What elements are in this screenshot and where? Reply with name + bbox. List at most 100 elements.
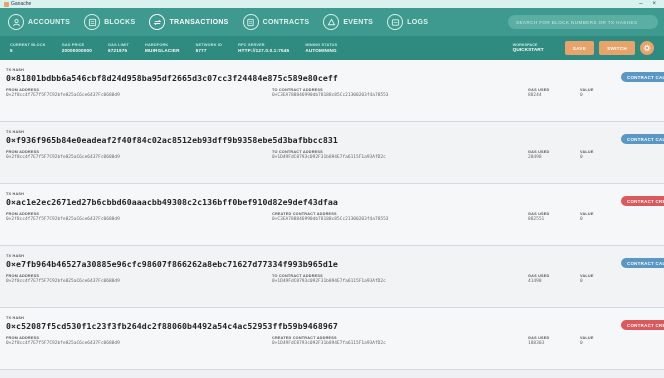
from-col: FROM ADDRESS 0×2f8cc4f7E7f5F7C92bfe825aC6…: [6, 274, 272, 284]
stat-network-id: NETWORK ID 5777: [196, 43, 222, 53]
blocks-icon: [84, 14, 101, 30]
gas-used: 188303: [528, 341, 545, 346]
created-label: CREATED CONTRACT ADDRESS: [272, 336, 337, 340]
tx-hash-label: TX HASH: [6, 192, 25, 196]
value-label: VALUE: [580, 88, 594, 92]
from-col: FROM ADDRESS 0×2f8cc4f7E7f5F7C92bfe825aC6…: [6, 88, 272, 98]
from-label: FROM ADDRESS: [6, 274, 40, 278]
nav-accounts[interactable]: ACCOUNTS: [6, 11, 78, 33]
tx-hash-label: TX HASH: [6, 254, 25, 258]
tx-hash: 0×e7fb964b46527a30885e96cfc98607f866262a…: [6, 259, 338, 269]
nav-logs[interactable]: LOGS: [385, 11, 436, 33]
transaction-row[interactable]: TX HASH 0×c52087f5cd530f1c23f3fb264dc2f8…: [0, 308, 664, 370]
nav-label: TRANSACTIONS: [169, 18, 229, 26]
tx-type-badge: CONTRACT CREATION: [621, 320, 664, 330]
nav-label: EVENTS: [343, 18, 374, 26]
tx-details: FROM ADDRESS 0×2f8cc4f7E7f5F7C92bfe825aC6…: [6, 274, 664, 284]
to-col: TO CONTRACT ADDRESS 0×C3EA788846990db7818…: [272, 88, 528, 98]
value-col: VALUE 0: [580, 336, 620, 346]
stat-gas-price: GAS PRICE 20000000000: [62, 43, 92, 53]
from-address: 0×2f8cc4f7E7f5F7C92bfe825aC6ce6437Fc0688…: [6, 217, 120, 222]
events-icon: [323, 14, 340, 30]
value-label: VALUE: [580, 212, 594, 216]
tx-type-badge: CONTRACT CALL: [621, 72, 664, 82]
stat-value: HTTP://127.0.0.1:7545: [238, 48, 290, 53]
window-title: Ganache: [11, 1, 32, 7]
from-col: FROM ADDRESS 0×2f8cc4f7E7f5F7C92bfe825aC6…: [6, 336, 272, 346]
tx-value: 0: [580, 155, 583, 160]
save-button[interactable]: SAVE: [564, 41, 595, 55]
gas-label: GAS USED: [528, 88, 550, 92]
nav-blocks[interactable]: BLOCKS: [82, 11, 143, 33]
value-col: VALUE 0: [580, 274, 620, 284]
from-label: FROM ADDRESS: [6, 212, 40, 216]
tx-value: 0: [580, 341, 583, 346]
tx-details: FROM ADDRESS 0×2f8cc4f7E7f5F7C92bfe825aC6…: [6, 88, 664, 98]
nav-label: CONTRACTS: [262, 18, 310, 26]
to-label: TO CONTRACT ADDRESS: [272, 274, 323, 278]
stat-mining-status: MINING STATUS AUTOMINING: [305, 43, 337, 53]
stat-label: RPC SERVER: [238, 43, 265, 47]
tx-hash-label: TX HASH: [6, 130, 25, 134]
tx-details: FROM ADDRESS 0×2f8cc4f7E7f5F7C92bfe825aC6…: [6, 336, 664, 346]
close-icon[interactable]: ×: [652, 1, 656, 7]
stat-value: 6721975: [108, 48, 128, 53]
from-address: 0×2f8cc4f7E7f5F7C92bfe825aC6ce6437Fc0688…: [6, 279, 120, 284]
transaction-row[interactable]: TX HASH 0×ac1e2ec2671ed27b6cbbd60aaacbb4…: [0, 184, 664, 246]
account-icon: [8, 14, 24, 30]
gas-col: GAS USED 882551: [528, 212, 580, 222]
stat-label: GAS PRICE: [61, 43, 85, 47]
created-address: 0×C3EA788846990db78188c85Cc21300203f4a78…: [272, 217, 389, 222]
stats-bar: CURRENT BLOCK 5 GAS PRICE 20000000000 GA…: [0, 36, 664, 60]
logs-icon: [387, 14, 404, 30]
to-col: CREATED CONTRACT ADDRESS 0×C3EA788846990d…: [272, 212, 528, 222]
to-address: 0×C3EA788846990db78188c85Cc21300203f4a78…: [272, 93, 389, 98]
tx-type-badge: CONTRACT CREATION: [621, 196, 664, 206]
stat-current-block: CURRENT BLOCK 5: [10, 43, 46, 53]
created-address: 0×1D49FdC8793c092F31b894E7fa6115F1a93AfD…: [272, 341, 386, 346]
to-col: TO CONTRACT ADDRESS 0×1D49FdC8793c092F31b…: [272, 150, 528, 160]
tx-details: FROM ADDRESS 0×2f8cc4f7E7f5F7C92bfe825aC6…: [6, 212, 664, 222]
to-col: CREATED CONTRACT ADDRESS 0×1D49FdC8793c09…: [272, 336, 528, 346]
to-label: TO CONTRACT ADDRESS: [272, 150, 323, 154]
from-col: FROM ADDRESS 0×2f8cc4f7E7f5F7C92bfe825aC6…: [6, 212, 272, 222]
tx-value: 0: [580, 279, 583, 284]
from-label: FROM ADDRESS: [6, 88, 40, 92]
stat-value: 5777: [195, 48, 207, 53]
minimize-icon[interactable]: –: [639, 1, 642, 7]
gas-used: 41498: [528, 279, 542, 284]
stat-label: CURRENT BLOCK: [10, 43, 46, 47]
tx-type-badge: CONTRACT CALL: [621, 134, 664, 144]
stat-label: HARDFORK: [145, 43, 169, 47]
transactions-icon: [149, 14, 166, 30]
stat-value: 5: [10, 48, 13, 53]
tx-hash: 0×ac1e2ec2671ed27b6cbbd60aaacbb49308c2c1…: [6, 197, 338, 207]
workspace-label: WORKSPACE: [512, 43, 538, 47]
stat-value: MUIRGLACIER: [145, 48, 180, 53]
gas-label: GAS USED: [528, 274, 550, 278]
contracts-icon: [242, 14, 259, 30]
switch-button[interactable]: SWITCH: [599, 41, 635, 55]
value-label: VALUE: [580, 150, 594, 154]
from-address: 0×2f8cc4f7E7f5F7C92bfe825aC6ce6437Fc0688…: [6, 341, 120, 346]
tx-hash: 0×81801bdbb6a546cbf8d24d958ba95df2665d3c…: [6, 73, 338, 83]
nav-label: BLOCKS: [104, 18, 136, 26]
transaction-row[interactable]: TX HASH 0×f936f965b84e0eadeaf2f40f84c02a…: [0, 122, 664, 184]
nav-label: ACCOUNTS: [28, 18, 71, 26]
from-address: 0×2f8cc4f7E7f5F7C92bfe825aC6ce6437Fc0688…: [6, 93, 120, 98]
transaction-row[interactable]: TX HASH 0×81801bdbb6a546cbf8d24d958ba95d…: [0, 60, 664, 122]
nav-events[interactable]: EVENTS: [321, 11, 381, 33]
to-col: TO CONTRACT ADDRESS 0×1D49FdC8793c092F31b…: [272, 274, 528, 284]
transaction-row[interactable]: TX HASH 0×e7fb964b46527a30885e96cfc98607…: [0, 246, 664, 308]
search-input[interactable]: [508, 15, 658, 29]
created-label: CREATED CONTRACT ADDRESS: [272, 212, 337, 216]
gas-used: 882551: [528, 217, 545, 222]
tx-value: 0: [580, 217, 583, 222]
value-label: VALUE: [580, 336, 594, 340]
nav-transactions[interactable]: TRANSACTIONS: [147, 11, 236, 33]
to-address: 0×1D49FdC8793c092F31b894E7fa6115F1a93AfD…: [272, 155, 386, 160]
value-col: VALUE 0: [580, 150, 620, 160]
gear-icon: [643, 44, 651, 52]
settings-button[interactable]: [640, 41, 654, 55]
nav-contracts[interactable]: CONTRACTS: [241, 11, 318, 33]
